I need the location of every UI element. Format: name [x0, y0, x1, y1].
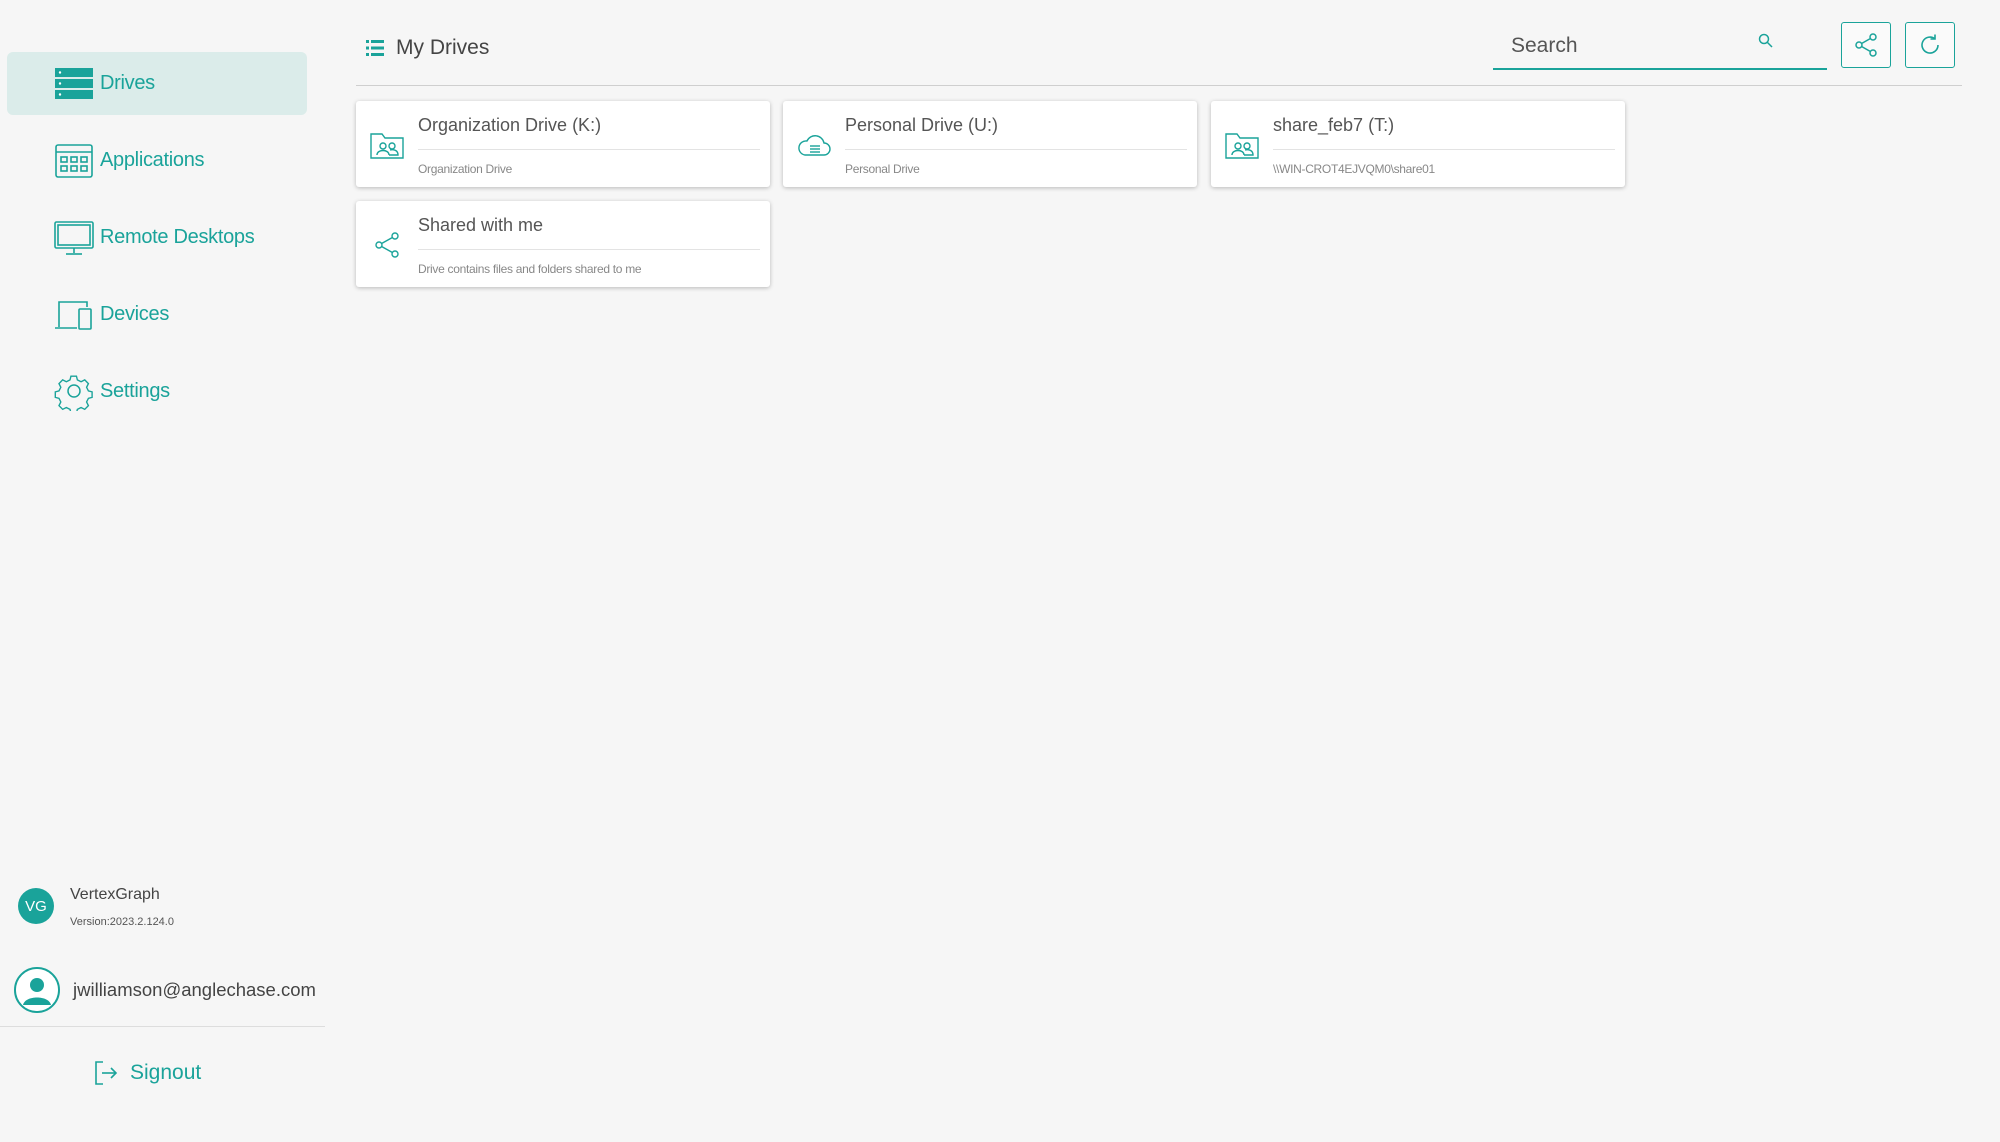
drive-card-personal[interactable]: Personal Drive (U:) Personal Drive	[783, 101, 1197, 187]
share-button[interactable]	[1841, 22, 1891, 68]
sidebar-item-devices[interactable]: Devices	[7, 283, 307, 346]
search-input[interactable]	[1511, 30, 1771, 62]
drive-title: share_feb7 (T:)	[1273, 115, 1395, 135]
drive-card-shared-with-me[interactable]: Shared with me Drive contains files and …	[356, 201, 770, 287]
card-divider	[418, 149, 760, 150]
user-account[interactable]: jwilliamson@anglechase.com	[14, 966, 324, 1014]
sidebar-item-label: Applications	[100, 149, 205, 171]
list-icon	[366, 40, 384, 56]
sidebar-item-remote-desktops[interactable]: Remote Desktops	[7, 206, 307, 269]
sidebar-item-settings[interactable]: Settings	[7, 360, 307, 423]
search-icon[interactable]	[1757, 32, 1775, 55]
user-email: jwilliamson@anglechase.com	[73, 979, 316, 1000]
brand-logo: VG	[18, 888, 54, 924]
drive-subtitle: \\WIN-CROT4EJVQM0\share01	[1273, 162, 1435, 176]
brand-name: VertexGraph	[70, 886, 160, 903]
drive-subtitle: Personal Drive	[845, 162, 920, 176]
cloud-drive-icon	[798, 135, 831, 156]
search-box	[1493, 22, 1827, 70]
monitor-icon	[47, 218, 101, 258]
shared-folder-icon	[1225, 133, 1259, 159]
drives-icon	[47, 64, 101, 104]
user-icon	[16, 969, 58, 1011]
sidebar-item-drives[interactable]: Drives	[7, 52, 307, 115]
applications-icon	[47, 141, 101, 181]
sidebar-item-label: Remote Desktops	[100, 226, 255, 248]
share-icon	[1855, 33, 1877, 57]
avatar	[14, 967, 60, 1013]
drive-title: Personal Drive (U:)	[845, 115, 999, 135]
sidebar-item-label: Devices	[100, 303, 170, 325]
divider	[0, 1026, 325, 1027]
refresh-icon	[1921, 34, 1939, 54]
drive-title: Shared with me	[418, 215, 544, 235]
drive-subtitle: Drive contains files and folders shared …	[418, 262, 642, 276]
signout-button[interactable]: Signout	[94, 1060, 201, 1086]
signout-label: Signout	[130, 1061, 202, 1084]
sidebar-item-applications[interactable]: Applications	[7, 129, 307, 192]
drive-title: Organization Drive (K:)	[418, 115, 602, 135]
brand: VG VertexGraph Version:2023.2.124.0	[18, 886, 174, 928]
page-title: My Drives	[366, 36, 489, 60]
header-divider	[356, 85, 1962, 86]
refresh-button[interactable]	[1905, 22, 1955, 68]
app-version: Version:2023.2.124.0	[70, 916, 174, 928]
card-divider	[1273, 149, 1615, 150]
signout-icon	[95, 1061, 118, 1085]
drive-card-organization[interactable]: Organization Drive (K:) Organization Dri…	[356, 101, 770, 187]
page-title-text: My Drives	[396, 36, 490, 59]
sidebar-item-label: Drives	[100, 72, 155, 94]
card-divider	[845, 149, 1187, 150]
gear-icon	[47, 372, 101, 412]
sidebar-item-label: Settings	[100, 380, 170, 402]
share-icon	[375, 232, 399, 258]
drive-card-share-feb7[interactable]: share_feb7 (T:) \\WIN-CROT4EJVQM0\share0…	[1211, 101, 1625, 187]
card-divider	[418, 249, 760, 250]
shared-folder-icon	[370, 133, 404, 159]
sidebar: Drives Applications Remote Desktops Devi…	[0, 0, 325, 1142]
devices-icon	[47, 295, 101, 335]
drive-subtitle: Organization Drive	[418, 162, 512, 176]
